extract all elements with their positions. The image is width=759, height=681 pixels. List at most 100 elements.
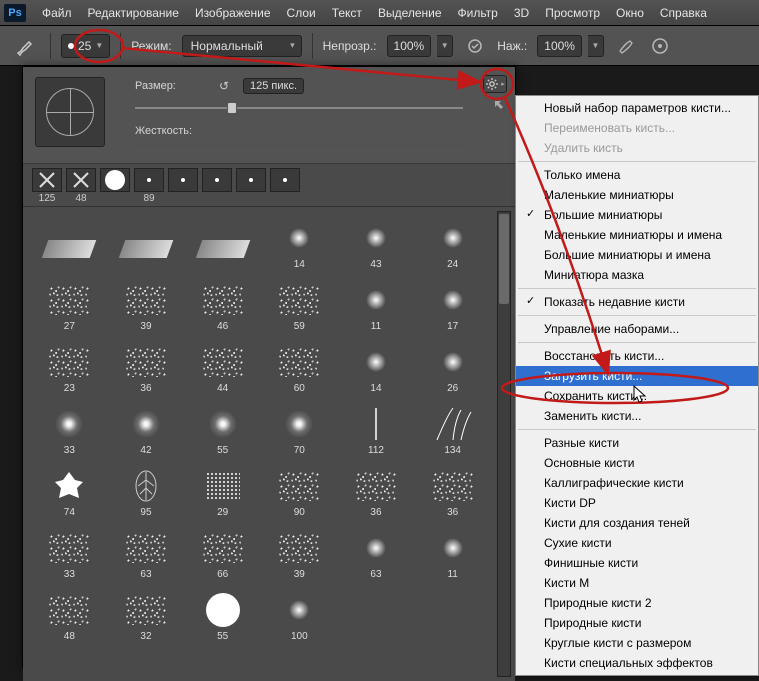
brush-preset[interactable]: 44 xyxy=(184,335,261,397)
ctx-item[interactable]: Маленькие миниатюры и имена xyxy=(516,225,758,245)
brush-preset[interactable]: 70 xyxy=(261,397,338,459)
size-slider[interactable] xyxy=(135,101,463,115)
brush-preset[interactable]: 39 xyxy=(261,521,338,583)
ctx-item[interactable]: Сохранить кисти... xyxy=(516,386,758,406)
brush-preset[interactable] xyxy=(184,211,261,273)
brush-preset[interactable]: 42 xyxy=(108,397,185,459)
hardness-slider[interactable] xyxy=(135,143,463,157)
brush-preset[interactable] xyxy=(108,211,185,273)
brush-size-dropdown[interactable]: 25 ▼ xyxy=(61,34,110,58)
brush-preset[interactable]: 36 xyxy=(338,459,415,521)
brush-preset[interactable] xyxy=(414,583,491,645)
blend-mode-dropdown[interactable]: Нормальный xyxy=(182,35,302,57)
ctx-item[interactable]: Восстановить кисти... xyxy=(516,346,758,366)
brush-preset[interactable]: 11 xyxy=(414,521,491,583)
brush-preset[interactable]: 24 xyxy=(414,211,491,273)
brush-preset[interactable] xyxy=(31,211,108,273)
menu-редактирован[interactable]: Редактирование xyxy=(80,6,187,20)
ctx-item[interactable]: Маленькие миниатюры xyxy=(516,185,758,205)
brush-preset[interactable]: 27 xyxy=(31,273,108,335)
brush-preset[interactable]: 74 xyxy=(31,459,108,521)
brush-preset[interactable]: 48 xyxy=(31,583,108,645)
menu-слои[interactable]: Слои xyxy=(279,6,324,20)
brush-preset[interactable]: 14 xyxy=(261,211,338,273)
brush-preset[interactable]: 33 xyxy=(31,521,108,583)
brush-preset[interactable]: 14 xyxy=(338,335,415,397)
ctx-item[interactable]: Большие миниатюры и имена xyxy=(516,245,758,265)
ctx-item[interactable]: Кисти для создания теней xyxy=(516,513,758,533)
recent-brush[interactable] xyxy=(201,168,233,204)
brush-tool-icon[interactable] xyxy=(10,34,40,58)
brush-preset[interactable]: 55 xyxy=(184,397,261,459)
brush-preset[interactable]: 26 xyxy=(414,335,491,397)
ctx-item[interactable]: Кисти DP xyxy=(516,493,758,513)
ctx-item[interactable]: Заменить кисти... xyxy=(516,406,758,426)
ctx-item[interactable]: Только имена xyxy=(516,165,758,185)
ctx-item[interactable]: Новый набор параметров кисти... xyxy=(516,98,758,118)
ctx-item[interactable]: Основные кисти xyxy=(516,453,758,473)
menu-окно[interactable]: Окно xyxy=(608,6,652,20)
ctx-item[interactable]: Кисти специальных эффектов xyxy=(516,653,758,673)
ctx-item[interactable]: Разные кисти xyxy=(516,433,758,453)
brush-preset[interactable]: 95 xyxy=(108,459,185,521)
flyout-icon[interactable] xyxy=(493,99,505,114)
brush-tip-preview[interactable] xyxy=(35,77,105,147)
menu-просмотр[interactable]: Просмотр xyxy=(537,6,608,20)
brush-preset[interactable]: 66 xyxy=(184,521,261,583)
brush-preset[interactable]: 55 xyxy=(184,583,261,645)
scrollbar-handle[interactable] xyxy=(499,214,509,304)
ctx-item[interactable]: Природные кисти 2 xyxy=(516,593,758,613)
brush-preset[interactable]: 59 xyxy=(261,273,338,335)
opacity-dropdown[interactable]: ▼ xyxy=(437,35,453,57)
recent-brush[interactable] xyxy=(99,168,131,204)
brush-preset[interactable]: 46 xyxy=(184,273,261,335)
brush-preset[interactable]: 63 xyxy=(108,521,185,583)
menu-файл[interactable]: Файл xyxy=(34,6,80,20)
airbrush-icon[interactable] xyxy=(614,34,638,58)
brush-preset[interactable]: 90 xyxy=(261,459,338,521)
reset-size-icon[interactable]: ↺ xyxy=(215,77,233,95)
ctx-item[interactable]: Каллиграфические кисти xyxy=(516,473,758,493)
brush-preset[interactable]: 33 xyxy=(31,397,108,459)
ctx-item[interactable]: Природные кисти xyxy=(516,613,758,633)
recent-brush[interactable]: 48 xyxy=(65,168,97,204)
panel-menu-button[interactable]: ▸ xyxy=(483,75,507,93)
menu-3d[interactable]: 3D xyxy=(506,6,537,20)
brush-preset[interactable]: 100 xyxy=(261,583,338,645)
brush-preset[interactable]: 17 xyxy=(414,273,491,335)
flow-input[interactable]: 100% xyxy=(537,35,582,57)
ctx-item[interactable]: Большие миниатюры xyxy=(516,205,758,225)
ctx-item[interactable]: Показать недавние кисти xyxy=(516,292,758,312)
ctx-item[interactable]: Загрузить кисти... xyxy=(516,366,758,386)
brush-preset[interactable]: 11 xyxy=(338,273,415,335)
brush-preset[interactable]: 63 xyxy=(338,521,415,583)
size-value-input[interactable]: 125 пикс. xyxy=(243,78,304,94)
recent-brush[interactable]: 125 xyxy=(31,168,63,204)
pressure-opacity-icon[interactable] xyxy=(463,34,487,58)
brush-preset[interactable]: 36 xyxy=(108,335,185,397)
recent-brush[interactable] xyxy=(235,168,267,204)
ctx-item[interactable]: Финишные кисти xyxy=(516,553,758,573)
brush-preset[interactable]: 43 xyxy=(338,211,415,273)
ctx-item[interactable]: Сухие кисти xyxy=(516,533,758,553)
brush-preset[interactable]: 134 xyxy=(414,397,491,459)
menu-текст[interactable]: Текст xyxy=(324,6,370,20)
recent-brush[interactable] xyxy=(167,168,199,204)
flow-dropdown[interactable]: ▼ xyxy=(588,35,604,57)
brush-preset[interactable]: 112 xyxy=(338,397,415,459)
ctx-item[interactable]: Кисти M xyxy=(516,573,758,593)
menu-фильтр[interactable]: Фильтр xyxy=(450,6,506,20)
recent-brush[interactable] xyxy=(269,168,301,204)
brush-preset[interactable]: 60 xyxy=(261,335,338,397)
menu-справка[interactable]: Справка xyxy=(652,6,715,20)
pressure-size-icon[interactable] xyxy=(648,34,672,58)
brush-grid-scrollbar[interactable] xyxy=(497,211,511,677)
menu-выделение[interactable]: Выделение xyxy=(370,6,450,20)
brush-preset[interactable]: 23 xyxy=(31,335,108,397)
recent-brush[interactable]: 89 xyxy=(133,168,165,204)
brush-preset[interactable]: 39 xyxy=(108,273,185,335)
ctx-item[interactable]: Миниатюра мазка xyxy=(516,265,758,285)
ctx-item[interactable]: Круглые кисти с размером xyxy=(516,633,758,653)
brush-preset[interactable]: 29 xyxy=(184,459,261,521)
ctx-item[interactable]: Управление наборами... xyxy=(516,319,758,339)
